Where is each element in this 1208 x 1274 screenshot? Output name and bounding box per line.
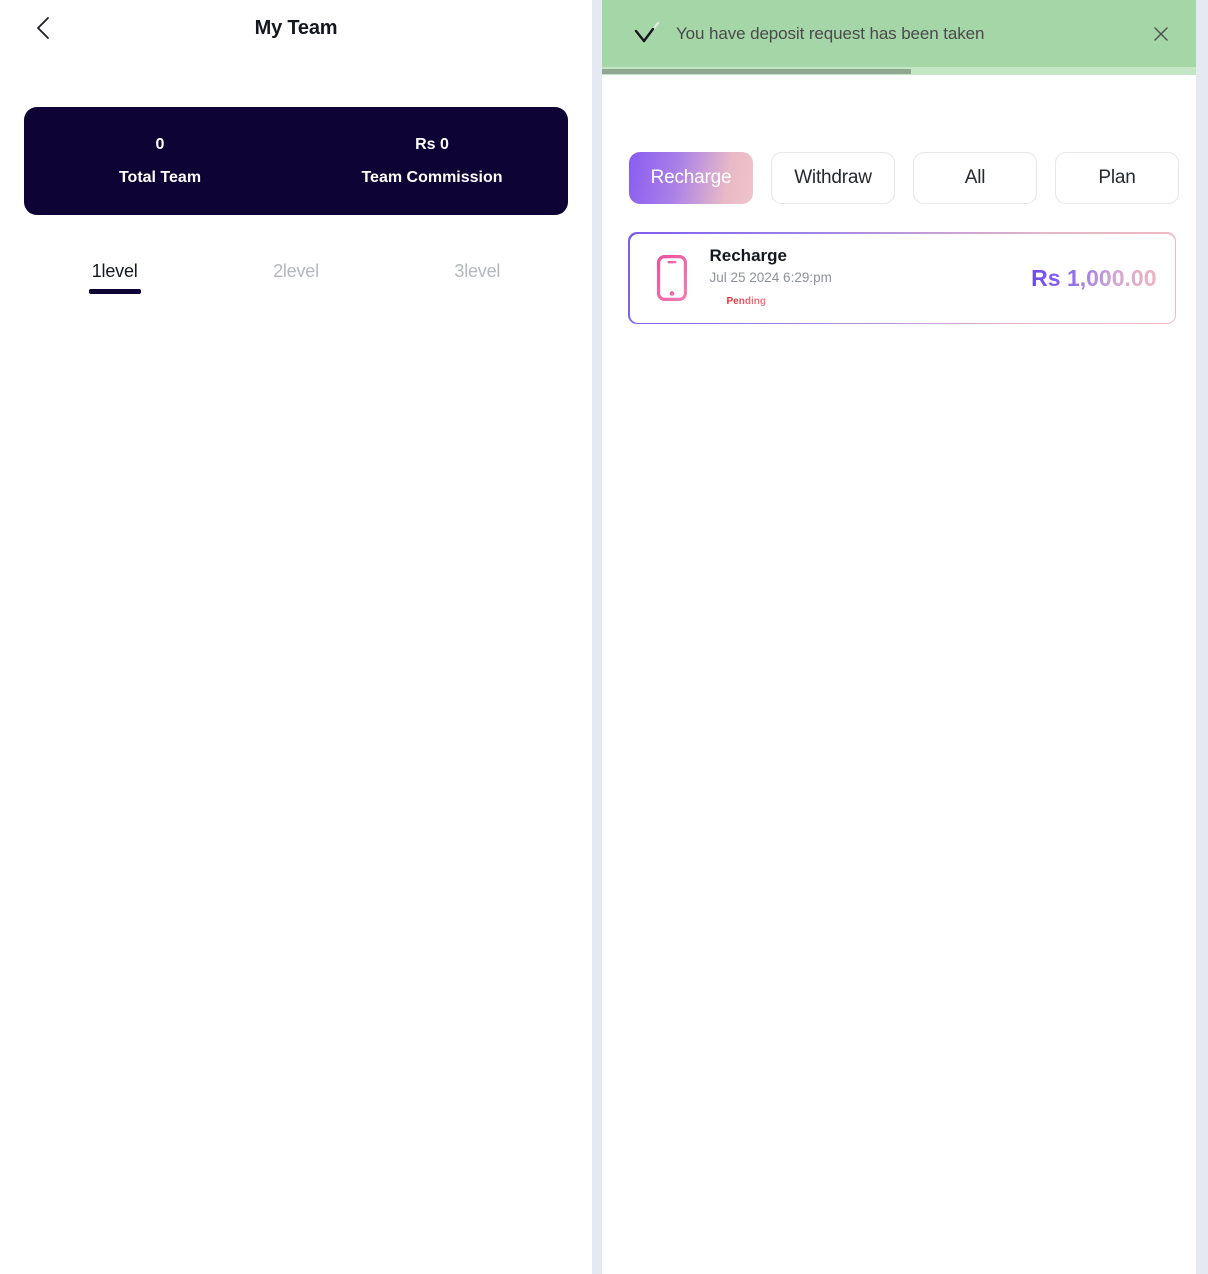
page-title: My Team: [254, 16, 338, 39]
toast-progress-bar: [602, 67, 1196, 75]
transaction-name: Recharge: [709, 245, 787, 265]
toast-message: You have deposit request has been taken: [676, 23, 985, 43]
stat-total-team: 0 Total Team: [24, 135, 296, 186]
team-stats-card: 0 Total Team Rs 0 Team Commission: [24, 107, 568, 215]
my-team-panel: My Team 0 Total Team Rs 0 Team Commissio…: [0, 0, 592, 1274]
tab-1level[interactable]: 1level: [24, 261, 205, 294]
stat-team-commission: Rs 0 Team Commission: [296, 135, 568, 186]
team-commission-value: Rs 0: [415, 135, 449, 153]
transaction-info: Recharge Jul 25 2024 6:29:pm Pending: [709, 245, 1032, 310]
chevron-left-icon: [33, 15, 53, 41]
filter-all-button[interactable]: All: [913, 152, 1037, 204]
filter-plan-label: Plan: [1098, 167, 1136, 188]
tab-2level-label: 2level: [273, 261, 319, 281]
success-toast: You have deposit request has been taken: [602, 0, 1196, 67]
filter-all-label: All: [964, 167, 986, 188]
filter-recharge-label: Recharge: [650, 167, 732, 188]
panel-divider: [592, 0, 602, 1274]
toast-progress-fill: [602, 69, 911, 74]
my-team-header: My Team: [0, 0, 592, 56]
tab-2level[interactable]: 2level: [205, 261, 386, 294]
status-badge: Pending: [726, 296, 766, 308]
total-team-label: Total Team: [118, 168, 202, 186]
filter-withdraw-label: Withdraw: [794, 167, 872, 188]
transaction-date: Jul 25 2024 6:29:pm: [709, 270, 832, 286]
transaction-row[interactable]: Recharge Jul 25 2024 6:29:pm Pending Rs …: [628, 232, 1176, 324]
bill-filter-row: Recharge Withdraw All Plan: [629, 152, 1179, 204]
back-button[interactable]: [26, 11, 60, 45]
my-bill-panel: My Bill You have deposit request has bee…: [602, 0, 1208, 1274]
team-commission-label: Team Commission: [361, 168, 503, 186]
close-icon[interactable]: [1144, 17, 1178, 51]
filter-recharge-button[interactable]: Recharge: [629, 152, 753, 204]
transaction-amount: Rs 1,000.00: [1031, 264, 1157, 291]
app-shell: My Team 0 Total Team Rs 0 Team Commissio…: [0, 0, 1208, 1274]
tab-3level-label: 3level: [454, 261, 501, 281]
right-edge-strip: [1196, 0, 1208, 1274]
filter-plan-button[interactable]: Plan: [1055, 152, 1179, 204]
mobile-phone-icon: [656, 254, 688, 302]
transaction-row-inner: Recharge Jul 25 2024 6:29:pm Pending Rs …: [629, 233, 1175, 323]
level-tabs: 1level 2level 3level: [0, 261, 592, 294]
tab-1level-label: 1level: [91, 261, 138, 281]
check-icon: [632, 19, 662, 49]
total-team-value: 0: [155, 135, 165, 153]
filter-withdraw-button[interactable]: Withdraw: [771, 152, 895, 204]
tab-3level[interactable]: 3level: [387, 261, 568, 294]
